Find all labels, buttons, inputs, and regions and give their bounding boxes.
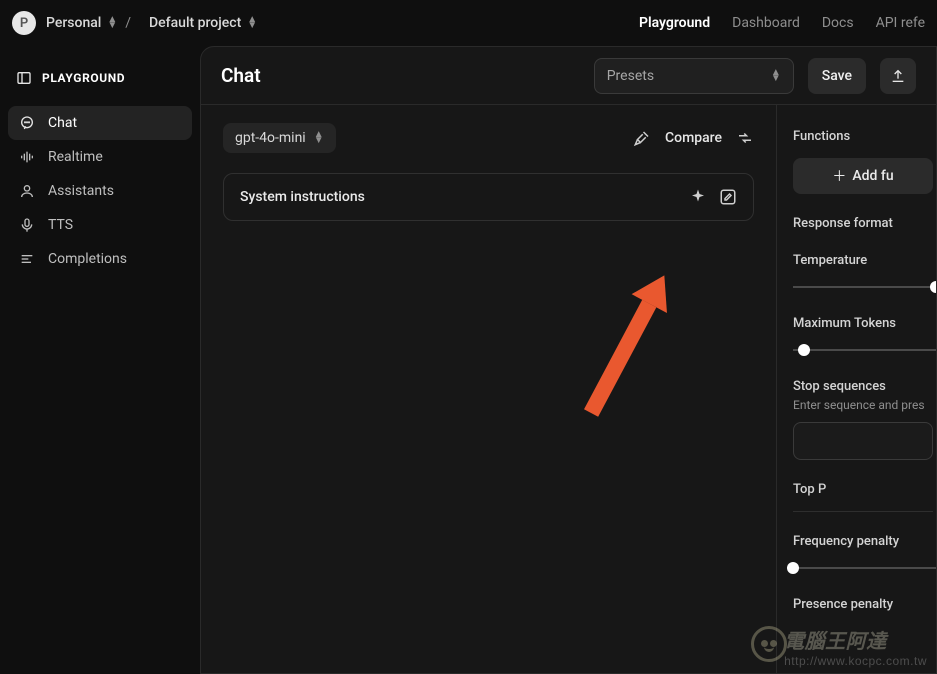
sidebar-item-label: Realtime bbox=[48, 149, 103, 165]
sidebar-heading: PLAYGROUND bbox=[8, 64, 192, 106]
frequency-penalty-label: Frequency penalty bbox=[793, 534, 936, 549]
plus-icon: ＋ bbox=[832, 166, 846, 186]
sidebar-item-chat[interactable]: Chat bbox=[8, 106, 192, 140]
microphone-icon bbox=[18, 217, 36, 233]
top-bar: P Personal ▲▼ / Default project ▲▼ Playg… bbox=[0, 0, 937, 46]
center-top-row: gpt-4o-mini ▲▼ Compare bbox=[223, 123, 754, 153]
sidebar-item-label: Chat bbox=[48, 115, 77, 131]
divider bbox=[793, 511, 933, 512]
sidebar-item-realtime[interactable]: Realtime bbox=[8, 140, 192, 174]
chevron-up-down-icon: ▲▼ bbox=[107, 17, 117, 29]
max-tokens-group: Maximum Tokens bbox=[793, 316, 936, 357]
temperature-label: Temperature bbox=[793, 253, 936, 268]
presets-label: Presets bbox=[607, 68, 654, 84]
save-label: Save bbox=[822, 68, 852, 84]
workspace-avatar[interactable]: P bbox=[12, 11, 36, 35]
completions-icon bbox=[18, 251, 36, 267]
chat-icon bbox=[18, 115, 36, 131]
model-selector[interactable]: gpt-4o-mini ▲▼ bbox=[223, 123, 336, 153]
workspace-switcher[interactable]: Personal ▲▼ bbox=[46, 15, 117, 31]
system-instructions-label: System instructions bbox=[240, 189, 365, 205]
stop-sequences-group: Stop sequences Enter sequence and pres bbox=[793, 379, 936, 460]
sidebar-item-assistants[interactable]: Assistants bbox=[8, 174, 192, 208]
workspace-name: Personal bbox=[46, 15, 101, 31]
annotation-arrow bbox=[584, 272, 682, 423]
presence-penalty-label: Presence penalty bbox=[793, 597, 936, 612]
panel-icon bbox=[16, 70, 32, 86]
assistant-icon bbox=[18, 183, 36, 199]
sparkle-icon[interactable] bbox=[689, 188, 707, 206]
breadcrumb-separator: / bbox=[125, 15, 131, 31]
sidebar-item-completions[interactable]: Completions bbox=[8, 242, 192, 276]
response-format-group: Response format bbox=[793, 216, 936, 231]
compare-arrows-icon[interactable] bbox=[736, 129, 754, 147]
stop-sequences-hint: Enter sequence and pres bbox=[793, 398, 936, 412]
sidebar-item-label: Completions bbox=[48, 251, 127, 267]
add-function-label: Add fu bbox=[852, 168, 893, 184]
max-tokens-label: Maximum Tokens bbox=[793, 316, 936, 331]
top-nav: Playground Dashboard Docs API refe bbox=[639, 15, 925, 31]
nav-dashboard[interactable]: Dashboard bbox=[732, 15, 800, 31]
nav-playground[interactable]: Playground bbox=[639, 15, 710, 31]
main-content: gpt-4o-mini ▲▼ Compare System instructio… bbox=[201, 105, 936, 673]
edit-icon[interactable] bbox=[719, 188, 737, 206]
top-p-group: Top P bbox=[793, 482, 936, 512]
settings-panel: Functions ＋ Add fu Response format Tempe… bbox=[776, 105, 936, 673]
project-switcher[interactable]: Default project ▲▼ bbox=[149, 15, 257, 31]
presence-penalty-group: Presence penalty bbox=[793, 597, 936, 612]
sidebar-item-label: TTS bbox=[48, 217, 73, 233]
add-function-button[interactable]: ＋ Add fu bbox=[793, 158, 933, 194]
stop-sequences-input[interactable] bbox=[793, 422, 933, 460]
sidebar-heading-text: PLAYGROUND bbox=[42, 71, 125, 85]
upload-icon bbox=[890, 68, 906, 84]
functions-group: Functions ＋ Add fu bbox=[793, 129, 936, 194]
broom-icon[interactable] bbox=[633, 129, 651, 147]
center-column: gpt-4o-mini ▲▼ Compare System instructio… bbox=[201, 105, 776, 673]
share-button[interactable] bbox=[880, 58, 916, 94]
sidebar-item-label: Assistants bbox=[48, 183, 114, 199]
max-tokens-slider[interactable] bbox=[793, 343, 936, 357]
project-name: Default project bbox=[149, 15, 241, 31]
response-format-label: Response format bbox=[793, 216, 936, 231]
system-instructions-bar[interactable]: System instructions bbox=[223, 173, 754, 221]
model-name: gpt-4o-mini bbox=[235, 130, 306, 146]
nav-api-reference[interactable]: API refe bbox=[876, 15, 925, 31]
compare-label[interactable]: Compare bbox=[665, 130, 722, 146]
nav-docs[interactable]: Docs bbox=[822, 15, 854, 31]
main-header: Chat Presets ▲▼ Save bbox=[201, 47, 936, 105]
page-title: Chat bbox=[221, 64, 261, 87]
functions-label: Functions bbox=[793, 129, 936, 144]
chevron-up-down-icon: ▲▼ bbox=[771, 70, 781, 82]
main-panel: Chat Presets ▲▼ Save gpt-4o-mini ▲▼ bbox=[200, 46, 937, 674]
chevron-up-down-icon: ▲▼ bbox=[247, 17, 257, 29]
frequency-penalty-slider[interactable] bbox=[793, 561, 936, 575]
save-button[interactable]: Save bbox=[808, 58, 866, 94]
sidebar: PLAYGROUND Chat Realtime Assistants TTS … bbox=[0, 46, 200, 674]
avatar-initial: P bbox=[20, 16, 28, 31]
sidebar-item-tts[interactable]: TTS bbox=[8, 208, 192, 242]
temperature-group: Temperature bbox=[793, 253, 936, 294]
stop-sequences-label: Stop sequences bbox=[793, 379, 936, 394]
frequency-penalty-group: Frequency penalty bbox=[793, 534, 936, 575]
top-p-label: Top P bbox=[793, 482, 936, 497]
temperature-slider[interactable] bbox=[793, 280, 936, 294]
waveform-icon bbox=[18, 149, 36, 165]
chevron-up-down-icon: ▲▼ bbox=[314, 132, 324, 144]
presets-dropdown[interactable]: Presets ▲▼ bbox=[594, 58, 794, 94]
